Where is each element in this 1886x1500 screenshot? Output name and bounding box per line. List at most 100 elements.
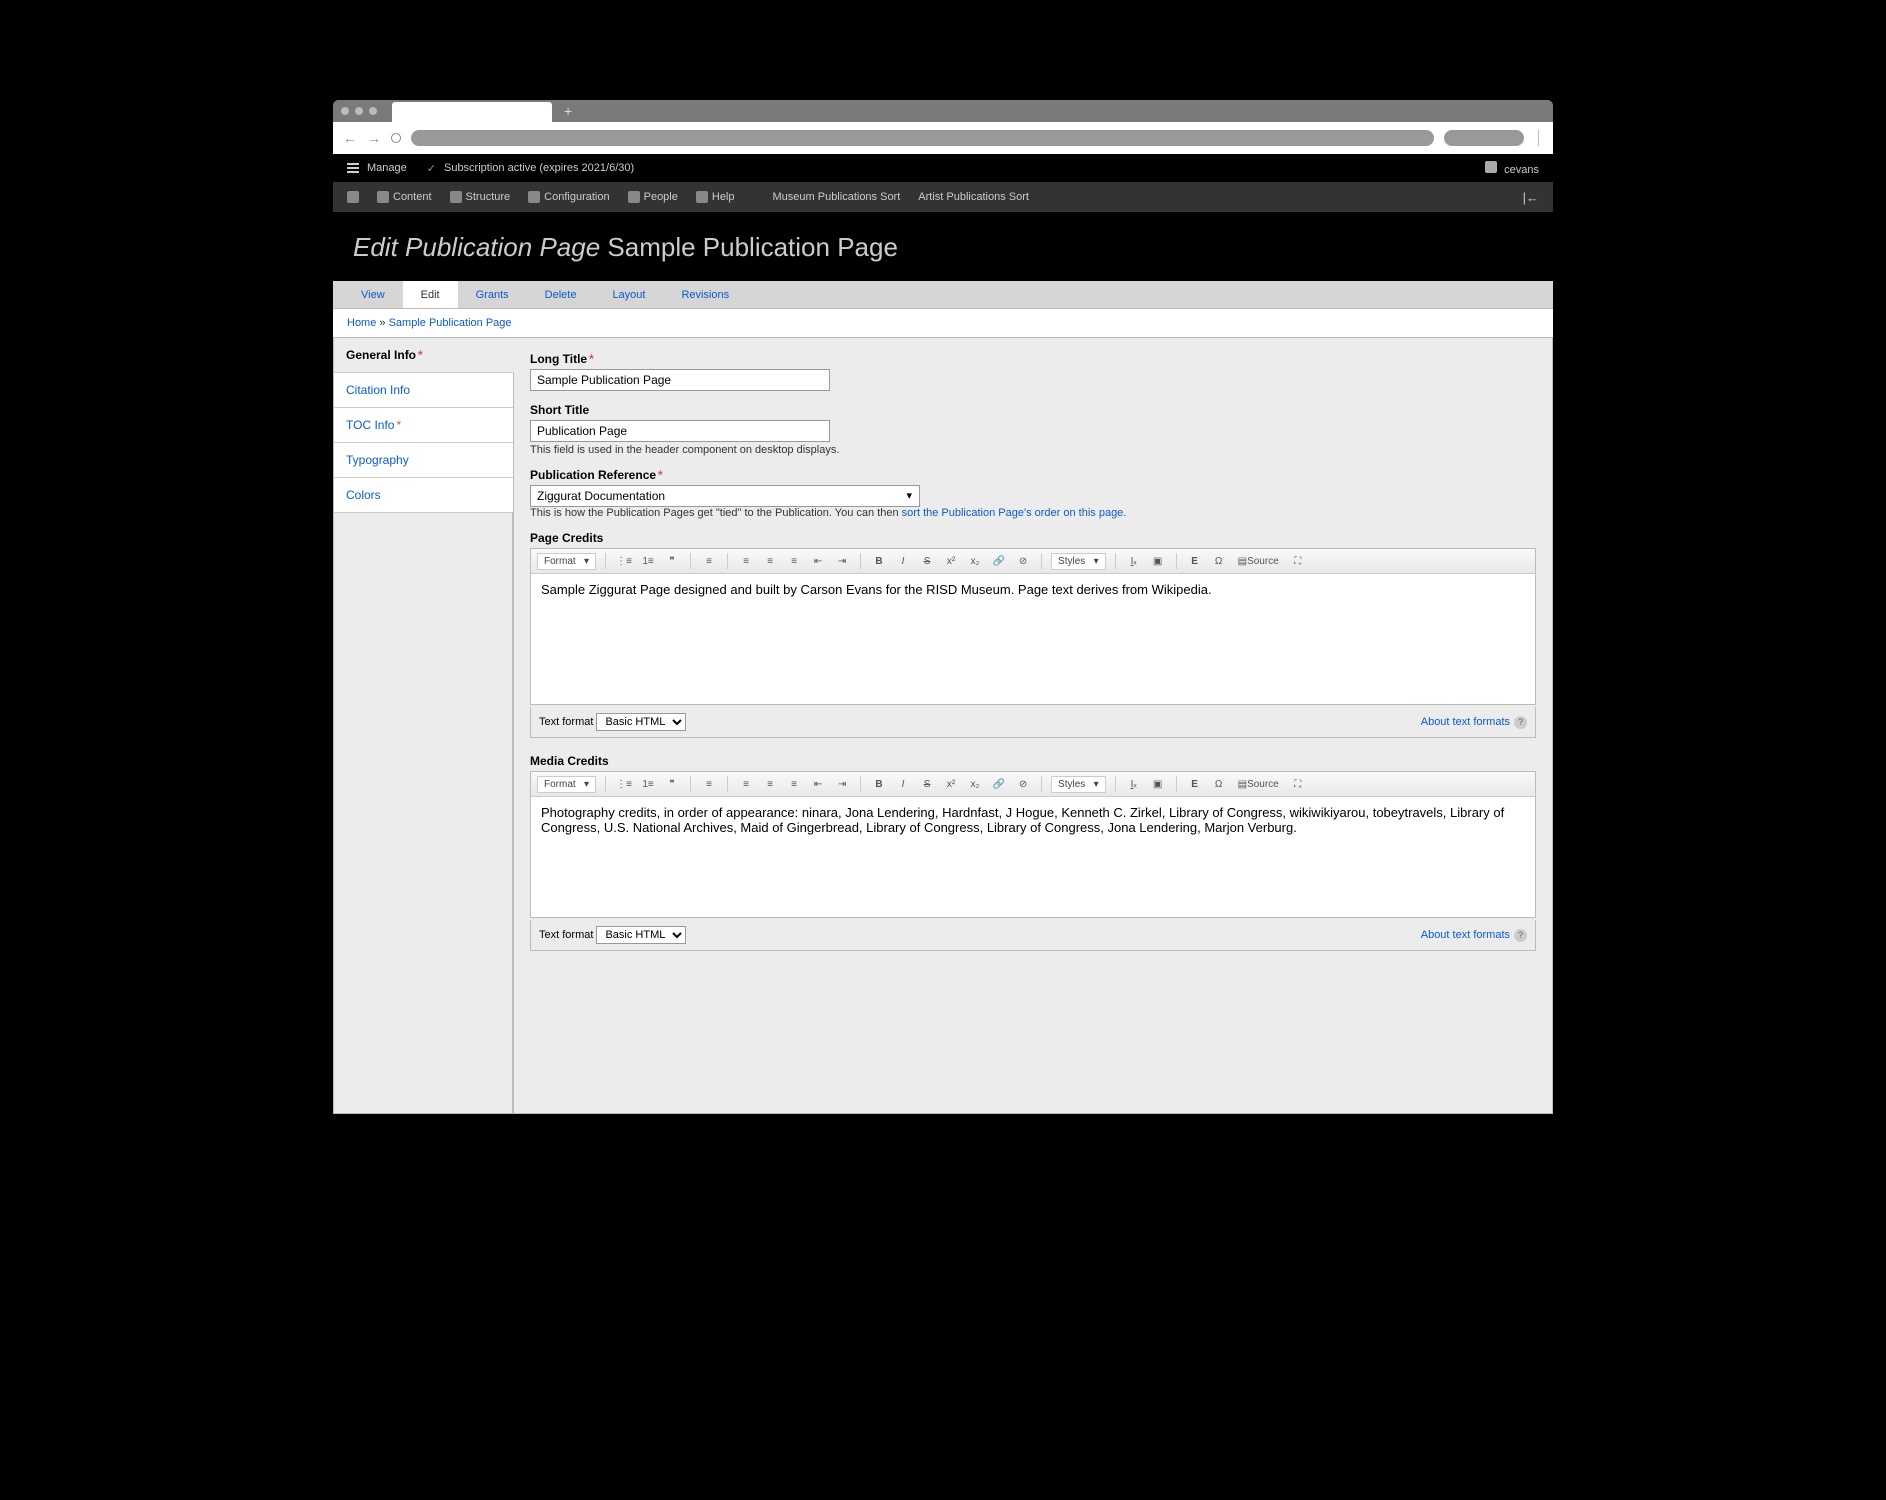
vtab-general-info[interactable]: General Info* — [334, 338, 514, 373]
maximize-icon[interactable]: ⛶ — [1289, 552, 1307, 570]
superscript-icon[interactable]: x² — [942, 552, 960, 570]
align-center-icon[interactable]: ≡ — [761, 552, 779, 570]
text-format-select[interactable]: Basic HTML — [596, 713, 686, 731]
align-right-icon[interactable]: ≡ — [785, 552, 803, 570]
content-link[interactable]: Content — [377, 191, 432, 203]
maximize-icon[interactable]: ⛶ — [1289, 775, 1307, 793]
outdent-icon[interactable]: ⇤ — [809, 775, 827, 793]
collapse-icon[interactable]: |← — [1523, 190, 1539, 205]
source-button[interactable]: ▤ Source — [1234, 552, 1283, 570]
strike-icon[interactable]: S — [918, 552, 936, 570]
page-credits-editor: Format ▾ ⋮≡ 1≡ ❞ ≡ ≡ ≡ ≡ ⇤ ⇥ B I S — [530, 548, 1536, 705]
styles-dropdown[interactable]: Styles ▾ — [1051, 776, 1106, 793]
pub-ref-select[interactable]: Ziggurat Documentation — [530, 485, 920, 507]
tab-revisions[interactable]: Revisions — [663, 281, 747, 308]
subscript-icon[interactable]: x₂ — [966, 775, 984, 793]
page-credits-label: Page Credits — [530, 531, 1536, 545]
menu-icon[interactable] — [347, 163, 359, 173]
breadcrumb-current[interactable]: Sample Publication Page — [389, 317, 512, 329]
format-dropdown[interactable]: Format ▾ — [537, 776, 596, 793]
italic-icon[interactable]: I — [894, 552, 912, 570]
tab-grants[interactable]: Grants — [458, 281, 527, 308]
align-justify-icon[interactable]: ≡ — [700, 552, 718, 570]
vtab-typography[interactable]: Typography — [334, 443, 513, 478]
align-justify-icon[interactable]: ≡ — [700, 775, 718, 793]
back-button[interactable]: ← — [343, 130, 357, 146]
about-text-formats-link[interactable]: About text formats? — [1421, 716, 1527, 729]
subscription-status: Subscription active (expires 2021/6/30) — [444, 162, 634, 174]
about-text-formats-link[interactable]: About text formats? — [1421, 929, 1527, 942]
manage-link[interactable]: Manage — [367, 162, 407, 174]
source-button[interactable]: ▤ Source — [1234, 775, 1283, 793]
hr-icon[interactable]: E — [1186, 775, 1204, 793]
format-dropdown[interactable]: Format ▾ — [537, 553, 596, 570]
people-link[interactable]: People — [628, 191, 678, 203]
outdent-icon[interactable]: ⇤ — [809, 552, 827, 570]
breadcrumb-home[interactable]: Home — [347, 317, 376, 329]
long-title-label: Long Title* — [530, 352, 1536, 366]
tab-layout[interactable]: Layout — [594, 281, 663, 308]
align-center-icon[interactable]: ≡ — [761, 775, 779, 793]
user-name-link[interactable]: cevans — [1504, 164, 1539, 176]
blockquote-icon[interactable]: ❞ — [663, 552, 681, 570]
new-tab-button[interactable]: + — [564, 103, 572, 119]
tab-delete[interactable]: Delete — [527, 281, 595, 308]
vtab-toc-info[interactable]: TOC Info* — [334, 408, 513, 443]
align-left-icon[interactable]: ≡ — [737, 775, 755, 793]
structure-link[interactable]: Structure — [450, 191, 511, 203]
styles-dropdown[interactable]: Styles ▾ — [1051, 553, 1106, 570]
bold-icon[interactable]: B — [870, 775, 888, 793]
numbered-list-icon[interactable]: 1≡ — [639, 775, 657, 793]
url-bar[interactable] — [411, 130, 1434, 146]
vtab-colors[interactable]: Colors — [334, 478, 513, 513]
browser-tab[interactable] — [392, 102, 552, 122]
tab-view[interactable]: View — [343, 281, 403, 308]
text-format-select[interactable]: Basic HTML — [596, 926, 686, 944]
unlink-icon[interactable]: ⊘ — [1014, 775, 1032, 793]
subscript-icon[interactable]: x₂ — [966, 552, 984, 570]
bulleted-list-icon[interactable]: ⋮≡ — [615, 552, 633, 570]
tab-edit[interactable]: Edit — [403, 281, 458, 308]
align-left-icon[interactable]: ≡ — [737, 552, 755, 570]
help-icon: ? — [1514, 929, 1527, 942]
italic-icon[interactable]: I — [894, 775, 912, 793]
short-title-input[interactable] — [530, 420, 830, 442]
long-title-input[interactable] — [530, 369, 830, 391]
link-icon[interactable]: 🔗 — [990, 775, 1008, 793]
user-icon — [1485, 161, 1497, 173]
indent-icon[interactable]: ⇥ — [833, 775, 851, 793]
page-title: Edit Publication Page Sample Publication… — [353, 232, 1533, 263]
museum-sort-link[interactable]: Museum Publications Sort — [773, 191, 901, 203]
artist-sort-link[interactable]: Artist Publications Sort — [918, 191, 1029, 203]
superscript-icon[interactable]: x² — [942, 775, 960, 793]
browser-chrome: + ← → — [333, 100, 1553, 154]
hr-icon[interactable]: E — [1186, 552, 1204, 570]
local-tabs: View Edit Grants Delete Layout Revisions — [333, 281, 1553, 309]
reload-button[interactable] — [391, 133, 401, 143]
align-right-icon[interactable]: ≡ — [785, 775, 803, 793]
indent-icon[interactable]: ⇥ — [833, 552, 851, 570]
bulleted-list-icon[interactable]: ⋮≡ — [615, 775, 633, 793]
remove-format-icon[interactable]: Iₓ — [1125, 552, 1143, 570]
link-icon[interactable]: 🔗 — [990, 552, 1008, 570]
configuration-link[interactable]: Configuration — [528, 191, 609, 203]
sort-link[interactable]: sort the Publication Page's order on thi… — [902, 507, 1127, 519]
page-credits-body[interactable]: Sample Ziggurat Page designed and built … — [531, 574, 1535, 704]
strike-icon[interactable]: S — [918, 775, 936, 793]
media-credits-body[interactable]: Photography credits, in order of appeara… — [531, 797, 1535, 917]
help-link[interactable]: Help — [696, 191, 735, 203]
remove-format-icon[interactable]: Iₓ — [1125, 775, 1143, 793]
browser-action[interactable] — [1444, 130, 1524, 146]
image-icon[interactable]: ▣ — [1149, 775, 1167, 793]
editor-toolbar-2: Format ▾ ⋮≡ 1≡ ❞ ≡ ≡ ≡ ≡ ⇤ ⇥ B I S — [531, 772, 1535, 797]
vtab-citation-info[interactable]: Citation Info — [334, 373, 513, 408]
bold-icon[interactable]: B — [870, 552, 888, 570]
numbered-list-icon[interactable]: 1≡ — [639, 552, 657, 570]
forward-button[interactable]: → — [367, 130, 381, 146]
image-icon[interactable]: ▣ — [1149, 552, 1167, 570]
unlink-icon[interactable]: ⊘ — [1014, 552, 1032, 570]
omega-icon[interactable]: Ω — [1210, 552, 1228, 570]
omega-icon[interactable]: Ω — [1210, 775, 1228, 793]
home-icon[interactable] — [347, 191, 359, 203]
blockquote-icon[interactable]: ❞ — [663, 775, 681, 793]
